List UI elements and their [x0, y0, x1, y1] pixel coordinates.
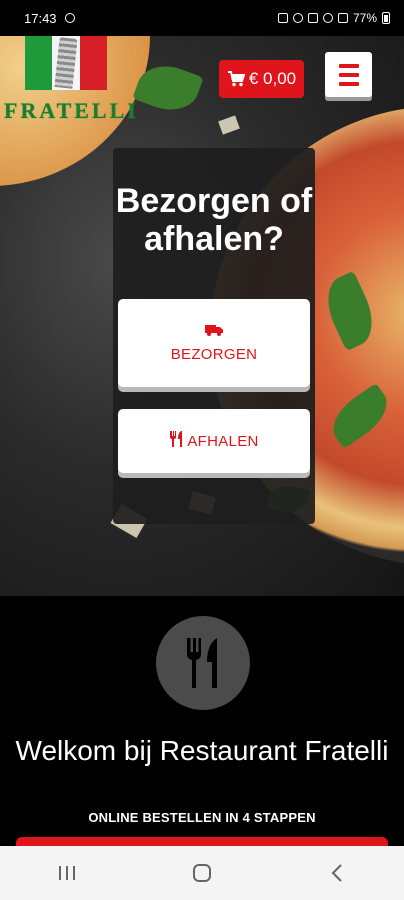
welcome-section: Welkom bij Restaurant Fratelli ONLINE BE… — [0, 596, 404, 857]
mute-icon — [307, 13, 318, 23]
notification-icon — [64, 13, 75, 23]
wifi-icon — [322, 13, 333, 23]
signal-icon — [337, 13, 348, 23]
pickup-label: AFHALEN — [187, 432, 259, 450]
battery-icon — [382, 12, 390, 24]
order-type-dialog: Bezorgen of afhalen? BEZORGEN AFHALEN — [113, 148, 315, 524]
menu-button[interactable] — [325, 52, 372, 97]
home-icon — [192, 864, 211, 882]
back-button[interactable] — [307, 853, 367, 893]
cart-button[interactable]: € 0,00 — [219, 60, 304, 98]
fork-knife-icon — [169, 431, 183, 451]
system-navigation-bar — [0, 846, 404, 900]
truck-icon — [205, 323, 223, 340]
hamburger-menu-icon — [338, 63, 359, 68]
welcome-subtitle: ONLINE BESTELLEN IN 4 STAPPEN — [88, 810, 316, 825]
bluetooth-icon — [292, 13, 303, 23]
delivery-button[interactable]: BEZORGEN — [118, 299, 310, 387]
back-icon — [331, 864, 342, 882]
alarm-icon — [277, 13, 288, 23]
restaurant-logo[interactable]: FRATELLI — [0, 36, 140, 123]
hero-banner: FRATELLI € 0,00 Bezorgen of afhalen? BEZ… — [0, 36, 404, 596]
recent-apps-icon — [59, 866, 76, 880]
cart-total: € 0,00 — [248, 69, 297, 88]
order-type-title: Bezorgen of afhalen? — [115, 182, 313, 258]
menu-bar — [338, 72, 359, 77]
cutlery-icon — [156, 616, 250, 710]
home-button[interactable] — [172, 853, 232, 893]
welcome-title: Welkom bij Restaurant Fratelli — [15, 735, 389, 766]
battery-percent: 77% — [352, 11, 377, 25]
pickup-button[interactable]: AFHALEN — [118, 409, 310, 473]
status-bar: 17:43 77% — [0, 0, 404, 36]
status-time: 17:43 — [24, 10, 57, 26]
cheese-flake — [218, 115, 240, 135]
recent-apps-button[interactable] — [37, 853, 97, 893]
cart-icon — [227, 71, 245, 87]
delivery-label: BEZORGEN — [170, 346, 258, 363]
menu-bar — [338, 81, 359, 86]
brand-name: FRATELLI — [4, 98, 139, 123]
